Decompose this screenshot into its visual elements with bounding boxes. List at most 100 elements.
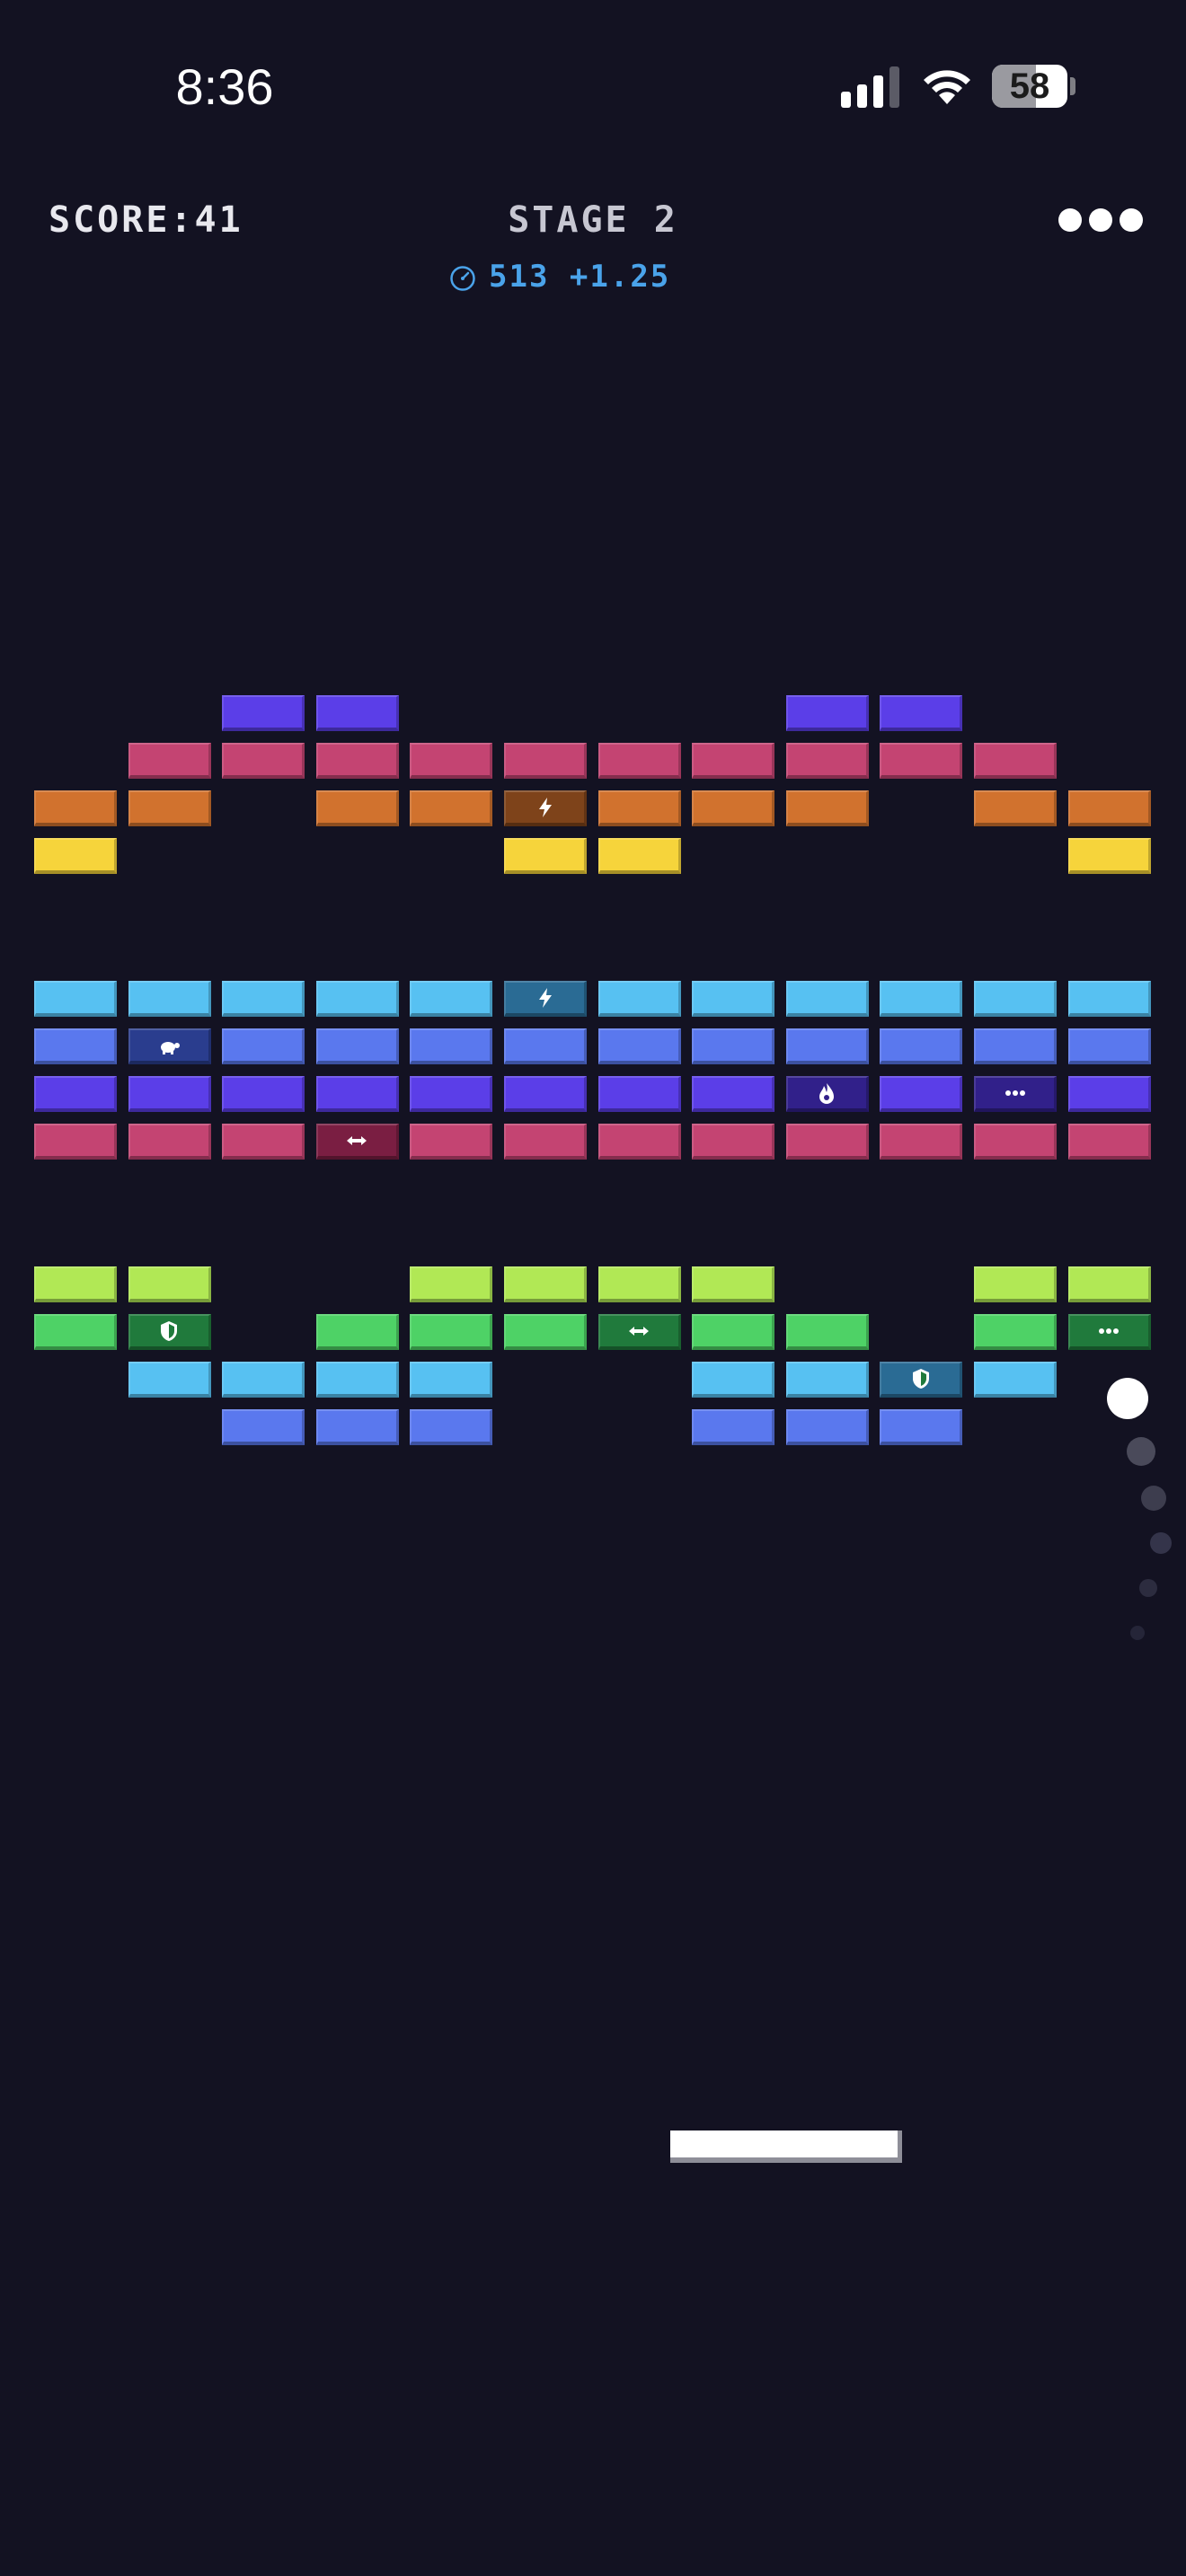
brick-green bbox=[974, 1314, 1057, 1350]
brick-yellow bbox=[34, 838, 117, 874]
brick-cyan bbox=[128, 1362, 211, 1398]
powerup-brick-multi bbox=[1067, 1314, 1151, 1350]
brick-blue bbox=[692, 1028, 775, 1064]
brick-orange bbox=[785, 790, 869, 826]
brick-cyan bbox=[692, 1362, 775, 1398]
brick-yellow bbox=[597, 838, 681, 874]
multi-ball-icon bbox=[1097, 1319, 1120, 1343]
brick-green bbox=[410, 1314, 493, 1350]
brick-orange bbox=[410, 790, 493, 826]
brick-lime bbox=[1067, 1266, 1151, 1302]
brick-cyan bbox=[128, 981, 211, 1017]
brick-violet bbox=[222, 695, 305, 731]
brick-cyan bbox=[222, 1362, 305, 1398]
brick-cyan bbox=[785, 981, 869, 1017]
brick-violet bbox=[315, 1076, 399, 1112]
brick-violet bbox=[34, 1076, 117, 1112]
brick-green bbox=[785, 1314, 869, 1350]
brick-pink bbox=[128, 1124, 211, 1160]
brick-pink bbox=[597, 1124, 681, 1160]
expand-arrows-icon bbox=[345, 1129, 368, 1152]
brick-orange bbox=[692, 790, 775, 826]
brick-orange bbox=[974, 790, 1057, 826]
powerup-brick-expand bbox=[597, 1314, 681, 1350]
brick-orange bbox=[128, 790, 211, 826]
ball-trail bbox=[1141, 1486, 1166, 1511]
brick-cyan bbox=[692, 981, 775, 1017]
brick-pink bbox=[410, 1124, 493, 1160]
ball bbox=[1107, 1378, 1148, 1419]
brick-cyan bbox=[1067, 981, 1151, 1017]
brick-green bbox=[692, 1314, 775, 1350]
brick-lime bbox=[597, 1266, 681, 1302]
brick-violet bbox=[880, 1076, 963, 1112]
brick-orange bbox=[34, 790, 117, 826]
brick-field bbox=[0, 0, 1186, 2576]
powerup-brick-lightning bbox=[504, 790, 587, 826]
brick-violet bbox=[880, 695, 963, 731]
brick-violet bbox=[222, 1076, 305, 1112]
brick-violet bbox=[1067, 1076, 1151, 1112]
ball-trail bbox=[1150, 1532, 1172, 1554]
brick-pink bbox=[315, 743, 399, 779]
brick-pink bbox=[1067, 1124, 1151, 1160]
brick-blue bbox=[410, 1028, 493, 1064]
brick-pink bbox=[597, 743, 681, 779]
brick-pink bbox=[974, 1124, 1057, 1160]
brick-cyan bbox=[410, 981, 493, 1017]
brick-pink bbox=[128, 743, 211, 779]
lightning-icon bbox=[534, 796, 557, 819]
ball-trail bbox=[1127, 1437, 1155, 1466]
brick-lime bbox=[974, 1266, 1057, 1302]
brick-blue bbox=[785, 1409, 869, 1445]
powerup-brick-turtle bbox=[128, 1028, 211, 1064]
powerup-brick-multi bbox=[974, 1076, 1057, 1112]
brick-pink bbox=[504, 1124, 587, 1160]
brick-violet bbox=[692, 1076, 775, 1112]
brick-pink bbox=[692, 1124, 775, 1160]
brick-cyan bbox=[974, 981, 1057, 1017]
brick-cyan bbox=[315, 1362, 399, 1398]
brick-pink bbox=[222, 743, 305, 779]
brick-yellow bbox=[1067, 838, 1151, 874]
brick-pink bbox=[785, 743, 869, 779]
brick-violet bbox=[315, 695, 399, 731]
brick-pink bbox=[692, 743, 775, 779]
brick-cyan bbox=[785, 1362, 869, 1398]
brick-lime bbox=[692, 1266, 775, 1302]
brick-blue bbox=[1067, 1028, 1151, 1064]
brick-pink bbox=[222, 1124, 305, 1160]
brick-blue bbox=[222, 1409, 305, 1445]
brick-pink bbox=[410, 743, 493, 779]
brick-blue bbox=[34, 1028, 117, 1064]
powerup-brick-shield bbox=[128, 1314, 211, 1350]
brick-blue bbox=[880, 1028, 963, 1064]
brick-violet bbox=[410, 1076, 493, 1112]
powerup-brick-flame bbox=[785, 1076, 869, 1112]
lightning-icon bbox=[534, 986, 557, 1010]
brick-blue bbox=[692, 1409, 775, 1445]
brick-green bbox=[315, 1314, 399, 1350]
brick-violet bbox=[128, 1076, 211, 1112]
paddle[interactable] bbox=[670, 2130, 902, 2163]
brick-lime bbox=[410, 1266, 493, 1302]
brick-cyan bbox=[315, 981, 399, 1017]
brick-blue bbox=[410, 1409, 493, 1445]
brick-lime bbox=[504, 1266, 587, 1302]
brick-orange bbox=[597, 790, 681, 826]
brick-cyan bbox=[597, 981, 681, 1017]
shield-icon bbox=[909, 1367, 933, 1390]
brick-blue bbox=[504, 1028, 587, 1064]
brick-blue bbox=[974, 1028, 1057, 1064]
powerup-brick-expand bbox=[315, 1124, 399, 1160]
brick-cyan bbox=[880, 981, 963, 1017]
multi-ball-icon bbox=[1004, 1081, 1027, 1105]
brick-green bbox=[34, 1314, 117, 1350]
brick-green bbox=[504, 1314, 587, 1350]
brick-blue bbox=[222, 1028, 305, 1064]
brick-violet bbox=[597, 1076, 681, 1112]
brick-pink bbox=[974, 743, 1057, 779]
brick-blue bbox=[315, 1409, 399, 1445]
brick-cyan bbox=[222, 981, 305, 1017]
brick-orange bbox=[315, 790, 399, 826]
